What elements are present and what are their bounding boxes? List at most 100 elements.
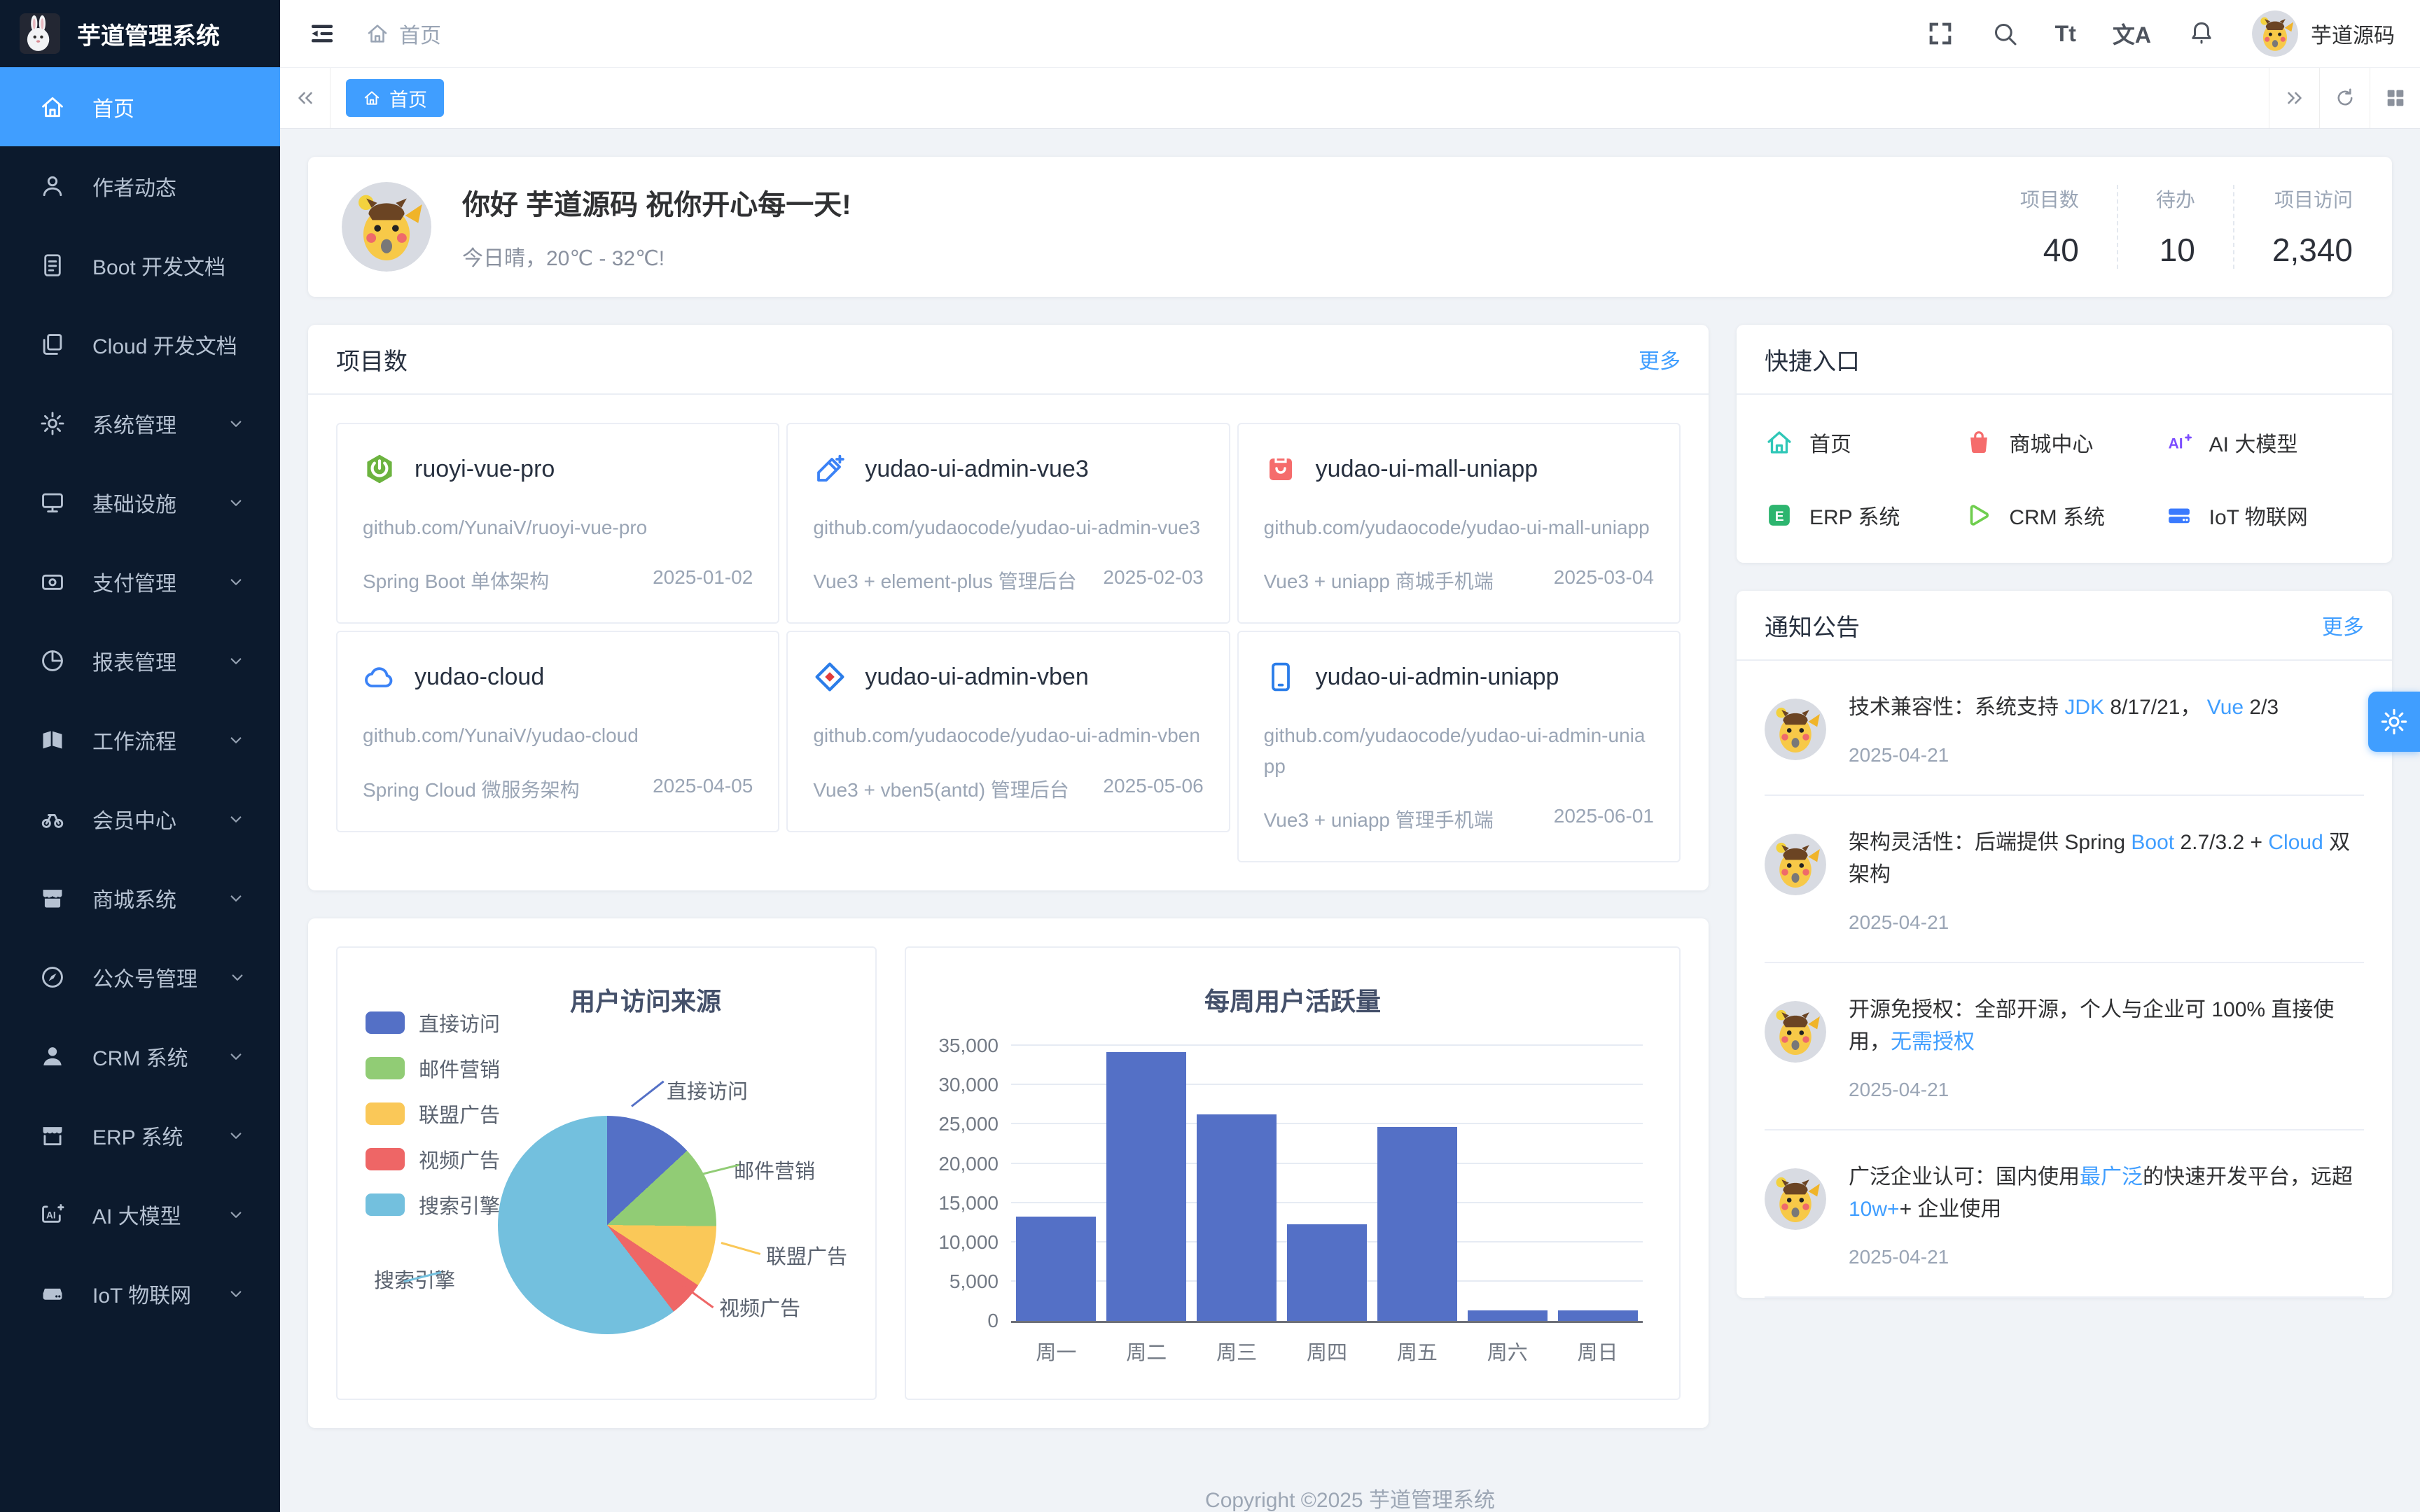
project-card[interactable]: yudao-ui-admin-uniappgithub.com/yudaocod… xyxy=(1237,631,1681,862)
project-meta: Vue3 + vben5(antd) 管理后台2025-05-06 xyxy=(813,775,1203,803)
tabs-scroll-right-icon[interactable] xyxy=(2269,68,2319,128)
sc-erp-icon: E xyxy=(1765,500,1794,530)
notice-item[interactable]: 架构灵活性：后端提供 Spring Boot 2.7/3.2 + Cloud 双… xyxy=(1765,796,2364,963)
breadcrumb[interactable]: 首页 xyxy=(366,18,441,49)
notice-link[interactable]: Boot xyxy=(2131,831,2174,854)
bar-周四 xyxy=(1287,1224,1367,1322)
shortcut-item[interactable]: E ERP 系统 xyxy=(1765,500,1964,531)
sidebar-item-15[interactable]: IoT 物联网 xyxy=(0,1254,280,1333)
chevron-down-icon xyxy=(223,808,249,830)
notice-link[interactable]: Cloud xyxy=(2268,831,2323,854)
shortcut-item[interactable]: AIAI 大模型 xyxy=(2164,427,2364,458)
sidebar-item-home[interactable]: 首页 xyxy=(0,67,280,146)
sc-bag-icon xyxy=(1964,428,1994,457)
sidebar-item-14[interactable]: AI AI 大模型 xyxy=(0,1175,280,1254)
store-icon xyxy=(39,1122,66,1149)
compass-icon xyxy=(39,964,66,990)
sidebar-item-13[interactable]: ERP 系统 xyxy=(0,1096,280,1175)
project-card[interactable]: yudao-ui-mall-uniappgithub.com/yudaocode… xyxy=(1237,423,1681,624)
sidebar-item-4[interactable]: 系统管理 xyxy=(0,384,280,463)
bar-周一 xyxy=(1016,1217,1096,1321)
legend-item[interactable]: 搜索引擎 xyxy=(366,1190,500,1219)
sidebar-item-6[interactable]: 支付管理 xyxy=(0,542,280,621)
chevron-double-left-icon xyxy=(293,86,317,110)
payment-icon xyxy=(39,568,66,595)
project-url: github.com/YunaiV/yudao-cloud xyxy=(363,720,753,750)
legend-label: 联盟广告 xyxy=(419,1099,500,1128)
legend-item[interactable]: 视频广告 xyxy=(366,1144,500,1174)
sidebar-item-1[interactable]: 作者动态 xyxy=(0,146,280,225)
notice-item[interactable]: 广泛企业认可：国内使用最广泛的快速开发平台，远超 10w++ 企业使用2025-… xyxy=(1765,1130,2364,1298)
chevron-down-icon xyxy=(223,413,249,434)
user-menu[interactable]: 芋道源码 xyxy=(2252,10,2395,57)
sidebar-item-5[interactable]: 基础设施 xyxy=(0,463,280,542)
legend-swatch xyxy=(366,1057,405,1079)
notice-text: 架构灵活性：后端提供 Spring Boot 2.7/3.2 + Cloud 双… xyxy=(1849,827,2364,892)
tab-home[interactable]: 首页 xyxy=(346,79,444,117)
notice-link[interactable]: 10w+ xyxy=(1849,1198,1900,1221)
legend-item[interactable]: 联盟广告 xyxy=(366,1099,500,1128)
font-size-icon[interactable]: Tt xyxy=(2055,21,2076,47)
notice-link[interactable]: 最广泛 xyxy=(2080,1166,2143,1189)
stat-label: 待办 xyxy=(2156,185,2195,213)
notice-link[interactable]: Vue xyxy=(2207,696,2244,719)
sidebar-item-9[interactable]: 会员中心 xyxy=(0,779,280,858)
project-desc: Spring Boot 单体架构 xyxy=(363,566,549,594)
sidebar-item-10[interactable]: 商城系统 xyxy=(0,858,280,937)
ai-icon: AI xyxy=(39,1201,66,1228)
project-card[interactable]: yudao-ui-admin-vue3github.com/yudaocode/… xyxy=(786,423,1230,624)
fullscreen-icon[interactable] xyxy=(1926,20,1954,48)
sidebar-item-3[interactable]: Cloud 开发文档 xyxy=(0,304,280,384)
legend-item[interactable]: 邮件营销 xyxy=(366,1054,500,1083)
shortcut-item[interactable]: 首页 xyxy=(1765,427,1964,458)
notice-item[interactable]: 开源免授权：全部开源，个人与企业可 100% 直接使用，无需授权2025-04-… xyxy=(1765,963,2364,1130)
notices-more-link[interactable]: 更多 xyxy=(2322,610,2364,640)
tabs-scroll-left-icon[interactable] xyxy=(280,68,331,128)
home-icon xyxy=(366,22,389,46)
sidebar-item-8[interactable]: 工作流程 xyxy=(0,700,280,779)
tabs-layout-button[interactable] xyxy=(2370,68,2420,128)
tab-label: 首页 xyxy=(389,85,427,112)
legend-item[interactable]: 直接访问 xyxy=(366,1008,500,1037)
shortcut-item[interactable]: IoT 物联网 xyxy=(2164,500,2364,531)
legend-swatch xyxy=(366,1011,405,1034)
sidebar-item-7[interactable]: 报表管理 xyxy=(0,621,280,700)
bell-icon[interactable] xyxy=(2188,20,2216,48)
shortcuts-card-header: 快捷入口 xyxy=(1737,325,2392,395)
language-icon[interactable]: 文A xyxy=(2113,18,2151,50)
sidebar-item-label: AI 大模型 xyxy=(92,1199,181,1230)
settings-fab-button[interactable] xyxy=(2368,692,2420,752)
search-icon[interactable] xyxy=(1991,20,2019,48)
sidebar-collapse-icon[interactable] xyxy=(308,20,336,48)
svg-text:AI: AI xyxy=(46,1210,55,1220)
svg-text:AI: AI xyxy=(2168,435,2183,451)
project-meta: Vue3 + uniapp 商城手机端2025-03-04 xyxy=(1264,566,1654,594)
notice-link[interactable]: JDK xyxy=(2064,696,2104,719)
notice-body: 开源免授权：全部开源，个人与企业可 100% 直接使用，无需授权2025-04-… xyxy=(1849,994,2364,1101)
right-column: 快捷入口 首页商城中心AIAI 大模型EERP 系统CRM 系统IoT 物联网 … xyxy=(1737,325,2392,1428)
project-card[interactable]: yudao-ui-admin-vbengithub.com/yudaocode/… xyxy=(786,631,1230,832)
project-card-top: yudao-cloud xyxy=(363,660,753,694)
project-card[interactable]: ruoyi-vue-progithub.com/YunaiV/ruoyi-vue… xyxy=(336,423,779,624)
notice-text: 技术兼容性：系统支持 JDK 8/17/21， Vue 2/3 xyxy=(1849,692,2279,724)
tabs: 首页 xyxy=(331,68,2269,128)
legend-swatch xyxy=(366,1148,405,1170)
sidebar-item-12[interactable]: CRM 系统 xyxy=(0,1016,280,1096)
breadcrumb-label: 首页 xyxy=(399,18,441,49)
app-logo[interactable]: 芋道管理系统 xyxy=(0,0,280,67)
shortcut-item[interactable]: 商城中心 xyxy=(1964,427,2164,458)
tabs-refresh-button[interactable] xyxy=(2319,68,2370,128)
x-axis-tick-label: 周日 xyxy=(1558,1336,1638,1366)
projects-more-link[interactable]: 更多 xyxy=(1639,344,1681,374)
project-card[interactable]: yudao-cloud github.com/YunaiV/yudao-cloud… xyxy=(336,631,779,832)
notice-link[interactable]: 无需授权 xyxy=(1891,1030,1975,1054)
sidebar-item-11[interactable]: 公众号管理 xyxy=(0,937,280,1016)
sidebar-item-2[interactable]: Boot 开发文档 xyxy=(0,225,280,304)
shortcut-item[interactable]: CRM 系统 xyxy=(1964,500,2164,531)
notice-item[interactable]: 技术兼容性：系统支持 JDK 8/17/21， Vue 2/32025-04-2… xyxy=(1765,661,2364,796)
project-name: yudao-ui-admin-uniapp xyxy=(1316,664,1559,691)
shortcut-label: ERP 系统 xyxy=(1809,500,1900,531)
sidebar: 芋道管理系统 首页作者动态Boot 开发文档Cloud 开发文档系统管理基础设施… xyxy=(0,0,280,1512)
y-axis-tick-label: 35,000 xyxy=(938,1035,999,1057)
legend-label: 邮件营销 xyxy=(419,1054,500,1083)
